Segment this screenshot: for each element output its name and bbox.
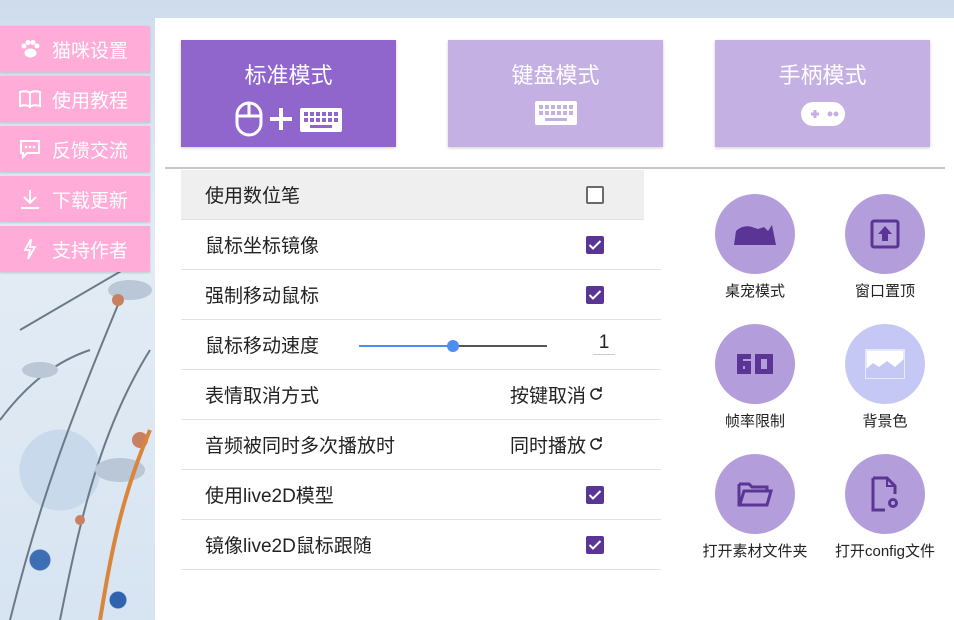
book-icon (18, 87, 42, 111)
pen-checkbox[interactable] (586, 185, 604, 204)
folder-open-icon (715, 454, 795, 534)
background-color-button[interactable]: 背景色 (815, 324, 954, 431)
sidebar-item-label: 下载更新 (52, 190, 129, 212)
chat-icon (18, 137, 42, 161)
mode-label: 手柄模式 (778, 63, 867, 88)
setting-label: 音频被同时多次播放时 (205, 436, 396, 457)
mode-gamepad-button[interactable]: 手柄模式 (715, 40, 930, 147)
pin-top-icon (845, 194, 925, 274)
gamepad-icon (715, 100, 930, 128)
setting-label: 鼠标坐标镜像 (205, 236, 320, 257)
sidebar-item-label: 使用教程 (52, 90, 129, 112)
tool-label: 窗口置顶 (854, 283, 915, 300)
toggle-value: 同时播放 (509, 436, 586, 457)
speed-slider[interactable] (359, 340, 547, 352)
mouse-plus-keyboard-icon (181, 100, 396, 138)
open-assets-folder-button[interactable]: 打开素材文件夹 (685, 454, 825, 561)
setting-row-audio[interactable]: 音频被同时多次播放时 同时播放 (181, 420, 661, 470)
tool-label: 背景色 (862, 413, 908, 430)
toggle-value: 按键取消 (509, 386, 586, 407)
check-icon (586, 485, 604, 504)
sidebar-item-download[interactable]: 下载更新 (0, 176, 150, 222)
sidebar-item-support[interactable]: 支持作者 (0, 226, 150, 272)
sidebar-item-feedback[interactable]: 反馈交流 (0, 126, 150, 172)
setting-row-emote-cancel[interactable]: 表情取消方式 按键取消 (181, 370, 661, 420)
sidebar-item-label: 反馈交流 (52, 140, 129, 162)
tool-label: 打开config文件 (834, 543, 936, 560)
audio-mode-toggle[interactable]: 同时播放 (510, 431, 603, 458)
file-settings-icon (845, 454, 925, 534)
check-icon (586, 285, 604, 304)
slider-fill (359, 345, 453, 347)
mode-keyboard-button[interactable]: 键盘模式 (448, 40, 663, 147)
setting-row-mirror[interactable]: 鼠标坐标镜像 (181, 220, 661, 270)
setting-row-force-move[interactable]: 强制移动鼠标 (181, 270, 661, 320)
setting-label: 使用live2D模型 (205, 486, 334, 507)
live2d-checkbox[interactable] (586, 485, 604, 504)
mode-label: 键盘模式 (511, 63, 600, 88)
window-on-top-button[interactable]: 窗口置顶 (815, 194, 954, 301)
setting-label: 鼠标移动速度 (205, 336, 320, 357)
cycle-icon (589, 434, 603, 456)
settings-list: 使用数位笔 鼠标坐标镜像 强制移动鼠标 鼠标移动速度 1 表情取消方式 按键取消… (181, 170, 661, 570)
setting-label: 镜像live2D鼠标跟随 (205, 536, 372, 557)
download-icon (18, 187, 42, 211)
slider-knob[interactable] (447, 340, 459, 352)
tool-label: 帧率限制 (724, 413, 785, 430)
open-config-file-button[interactable]: 打开config文件 (815, 454, 954, 561)
force-move-checkbox[interactable] (586, 285, 604, 304)
main-panel: 标准模式 键盘模式 手柄模式 使用数位笔 鼠标坐标镜像 强制移动鼠标 鼠标移动速… (155, 18, 954, 620)
tool-label: 桌宠模式 (724, 283, 785, 300)
setting-label: 强制移动鼠标 (205, 286, 320, 307)
keyboard-icon (448, 100, 663, 126)
live2d-mirror-checkbox[interactable] (586, 535, 604, 554)
emote-cancel-toggle[interactable]: 按键取消 (510, 381, 603, 408)
mode-standard-button[interactable]: 标准模式 (181, 40, 396, 147)
setting-row-pen[interactable]: 使用数位笔 (181, 170, 644, 220)
sidebar-item-label: 猫咪设置 (52, 40, 129, 62)
mode-label: 标准模式 (244, 63, 333, 88)
paw-icon (18, 37, 42, 61)
setting-row-live2d-mirror[interactable]: 镜像live2D鼠标跟随 (181, 520, 661, 570)
setting-row-speed: 鼠标移动速度 1 (181, 320, 661, 370)
lightning-icon (18, 237, 42, 261)
cat-silhouette-icon (715, 194, 795, 274)
setting-label: 表情取消方式 (205, 386, 320, 407)
mirror-checkbox[interactable] (586, 235, 604, 254)
sidebar-item-cat-settings[interactable]: 猫咪设置 (0, 26, 150, 72)
setting-label: 使用数位笔 (205, 186, 301, 207)
sidebar-item-label: 支持作者 (52, 240, 129, 262)
fps-limit-button[interactable]: 帧率限制 (685, 324, 825, 431)
check-icon (586, 235, 604, 254)
setting-row-live2d[interactable]: 使用live2D模型 (181, 470, 661, 520)
tool-label: 打开素材文件夹 (702, 543, 808, 560)
fps-60-icon (715, 324, 795, 404)
desktop-pet-mode-button[interactable]: 桌宠模式 (685, 194, 825, 301)
speed-value[interactable]: 1 (593, 332, 615, 355)
check-icon (586, 535, 604, 554)
divider (165, 167, 945, 169)
image-icon (845, 324, 925, 404)
sidebar-item-tutorial[interactable]: 使用教程 (0, 76, 150, 122)
sidebar: 猫咪设置 使用教程 反馈交流 下载更新 支持作者 (0, 26, 150, 276)
cycle-icon (589, 384, 603, 406)
